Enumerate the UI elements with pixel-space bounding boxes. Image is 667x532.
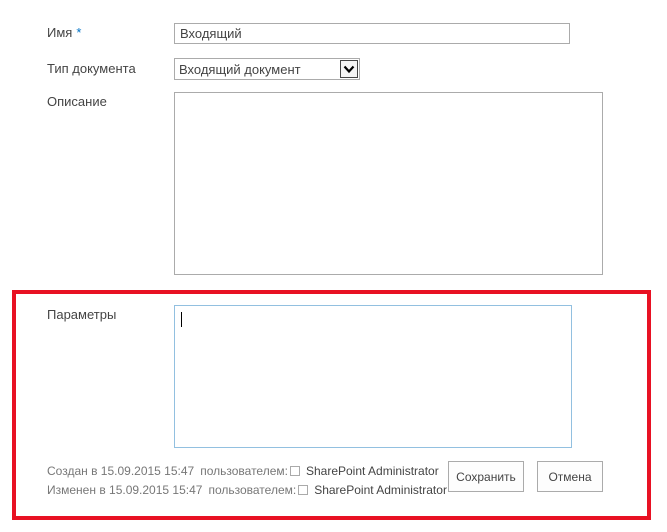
presence-icon [289,466,300,476]
created-text: Создан в 15.09.2015 15:47 [47,464,195,478]
name-label: Имя * [47,25,81,40]
save-button[interactable]: Сохранить [448,461,524,492]
created-by-label: пользователем: [200,464,288,478]
modified-by-label: пользователем: [208,483,297,497]
created-info: Создан в 15.09.2015 15:47 пользователем:… [47,464,439,478]
cancel-button[interactable]: Отмена [537,461,603,492]
name-input[interactable] [174,23,570,44]
created-by-user[interactable]: SharePoint Administrator [306,464,439,478]
presence-icon [298,485,309,495]
modified-info: Изменен в 15.09.2015 15:47 пользователем… [47,483,447,497]
name-label-text: Имя [47,25,73,40]
chevron-down-icon[interactable] [340,60,358,78]
document-type-label: Тип документа [47,61,136,76]
item-edit-form: Имя* Тип документа Входящий документ Опи… [0,0,667,532]
document-type-select[interactable]: Входящий документ [174,58,360,80]
document-type-selected-value: Входящий документ [179,62,301,77]
description-textarea[interactable] [174,92,603,275]
modified-by-user[interactable]: SharePoint Administrator [314,483,447,497]
parameters-textarea[interactable] [174,305,572,448]
modified-text: Изменен в 15.09.2015 15:47 [47,483,203,497]
description-label: Описание [47,94,107,109]
parameters-label: Параметры [47,307,117,322]
text-caret [181,312,182,327]
required-mark: * [76,25,82,40]
